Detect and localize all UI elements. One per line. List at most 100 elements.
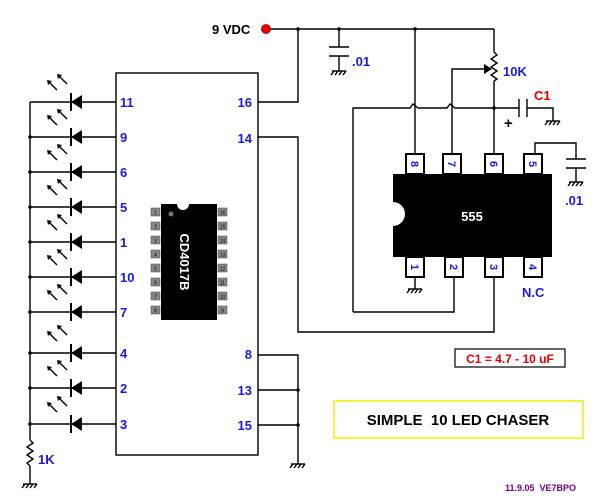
pin-label: 3 (120, 417, 127, 432)
pin-label: 15 (238, 418, 252, 433)
pin-label: 1 (408, 264, 420, 270)
light-emission-icon (47, 144, 68, 161)
c1-label: C1 (534, 88, 551, 103)
led-icon (47, 249, 82, 286)
package-pin-label: 7 (154, 295, 157, 301)
package-pin-label: 15 (220, 225, 226, 231)
ground-icon (567, 181, 584, 187)
package-pin-label: 16 (220, 211, 226, 217)
package-pin-label: 12 (220, 267, 226, 273)
pin-label: 10 (120, 270, 134, 285)
pin-label: 16 (238, 95, 252, 110)
pin-label: 5 (120, 200, 127, 215)
pin-label: 13 (238, 383, 252, 398)
ground-icon (330, 70, 347, 76)
cd4017-right-pins: 16 14 8 13 15 (238, 95, 306, 469)
package-pin-label: 8 (154, 309, 157, 315)
c1-note: C1 = 4.7 - 10 uF (454, 348, 566, 368)
light-emission-icon (47, 74, 68, 91)
schematic: 9 VDC .01 10K C1 + .01 555 8 7 6 5 1 2 3… (21, 22, 586, 493)
supply-rail: 9 VDC (212, 22, 495, 52)
led-row: 1 (28, 214, 127, 251)
ic-555-label: 555 (461, 209, 483, 224)
light-emission-icon (47, 284, 68, 301)
led-row: 3 (28, 396, 127, 433)
pin-label: 2 (120, 381, 127, 396)
package-pin-label: 2 (154, 225, 157, 231)
package-pin-label: 13 (220, 253, 226, 259)
led-row: 6 (28, 144, 127, 181)
light-emission-icon (47, 360, 68, 377)
led-row: 9 (28, 109, 127, 146)
pin-label: 8 (245, 347, 252, 362)
pin-label: 4 (526, 264, 538, 271)
light-emission-icon (47, 325, 68, 342)
led-row: 7 (28, 284, 127, 321)
ground-icon (21, 483, 38, 489)
package-pin-label: 14 (220, 239, 226, 245)
package-pin-label: 11 (220, 281, 225, 287)
led-icon (47, 284, 82, 321)
package-pin-label: 4 (154, 253, 157, 259)
pin-label: 5 (526, 161, 538, 167)
led-icon (47, 360, 82, 397)
title-box: SIMPLE 10 LED CHASER (333, 400, 584, 439)
package-pin-label: 6 (154, 281, 157, 287)
led-icon (47, 144, 82, 181)
package-pin-label: 1 (154, 211, 157, 217)
pin-label: 7 (445, 161, 457, 167)
package-pin-label: 3 (154, 239, 157, 245)
pin-label: 11 (120, 95, 134, 110)
supply-label: 9 VDC (212, 22, 251, 37)
light-emission-icon (47, 179, 68, 196)
pin-label: 1 (120, 235, 127, 250)
pin-label: 7 (120, 305, 127, 320)
ground-icon (544, 120, 561, 126)
led-icon (47, 325, 82, 362)
ground-icon (406, 288, 423, 294)
wiper-arrow-icon (484, 64, 492, 74)
wire-pin16 (258, 29, 299, 103)
ic-555-bottom-pins: 1 2 3 4 (405, 256, 543, 278)
ground-icon (289, 463, 306, 469)
light-emission-icon (47, 396, 68, 413)
c1-polarity: + (504, 115, 513, 132)
led-array: 11 9 6 5 1 10 7 4 2 3 (28, 74, 134, 433)
led-row: 11 (30, 74, 134, 111)
led-row: 4 (28, 325, 128, 362)
pin-label: 6 (120, 165, 127, 180)
package-pin-label: 9 (221, 309, 224, 315)
svg-text:C1 = 4.7 - 10 uF: C1 = 4.7 - 10 uF (466, 352, 554, 366)
supply-terminal-icon (261, 24, 271, 34)
cap-ctrl-value: .01 (565, 193, 583, 208)
light-emission-icon (47, 249, 68, 266)
capacitor-supply: .01 (329, 29, 370, 76)
light-emission-icon (47, 109, 68, 126)
wire-pin1-ground (406, 277, 423, 294)
cd4017-part-label: CD4017B (177, 233, 192, 290)
wire-pin2 (353, 277, 455, 313)
pin-label: 6 (487, 161, 499, 167)
resistor-1k: 1K (21, 102, 55, 489)
pin-label: 9 (120, 130, 127, 145)
pin-label: 14 (238, 131, 253, 146)
led-icon (47, 74, 82, 111)
package-pin-label: 10 (220, 295, 226, 301)
light-emission-icon (47, 214, 68, 231)
led-icon (47, 109, 82, 146)
cap-supply-value: .01 (352, 54, 370, 69)
pot-value: 10K (503, 64, 527, 79)
credit: 11.9.05 VE7BPO (505, 483, 576, 493)
pin-label: 8 (408, 161, 420, 167)
ic-555: 555 8 7 6 5 1 2 3 4 N.C (393, 153, 552, 300)
package-pin-label: 5 (154, 267, 157, 273)
title: SIMPLE 10 LED CHASER (367, 412, 550, 429)
pin-label: 2 (447, 264, 459, 270)
nc-label: N.C (522, 285, 545, 300)
led-icon (47, 396, 82, 433)
resistor-value: 1K (38, 452, 55, 467)
led-row: 10 (28, 249, 134, 286)
led-row: 5 (28, 179, 127, 216)
cd4017-package-icon: 1 16 2 15 3 14 4 13 5 12 6 11 7 10 8 9 CD4017B (150, 204, 228, 320)
pin-label: 3 (487, 264, 499, 270)
